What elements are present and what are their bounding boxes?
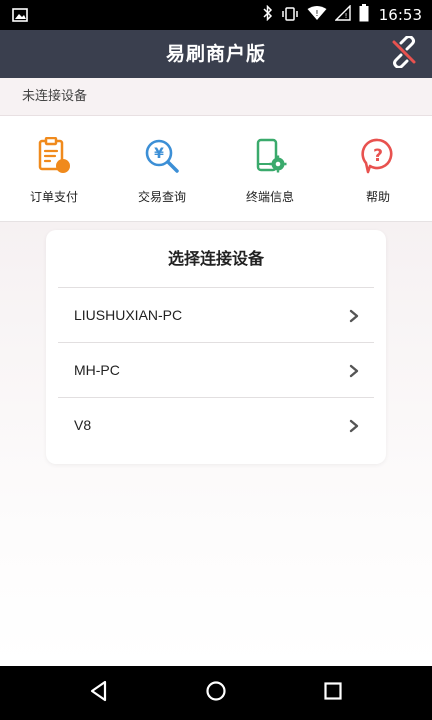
- menu-item-order-pay[interactable]: 订单支付: [0, 116, 108, 221]
- svg-text:!: !: [315, 9, 318, 18]
- status-bar: ! ! 16:53: [0, 0, 432, 30]
- chevron-right-icon: [348, 418, 360, 433]
- link-broken-icon: [388, 35, 420, 72]
- device-row-liushuxian-pc[interactable]: LIUSHUXIAN-PC: [58, 287, 374, 342]
- recents-square-icon: [323, 681, 343, 705]
- back-button[interactable]: [79, 673, 119, 713]
- svg-text:¥: ¥: [154, 146, 164, 162]
- app-bar: 易刷商户版: [0, 30, 432, 78]
- dialog-title: 选择连接设备: [167, 249, 264, 268]
- bluetooth-icon: [263, 4, 273, 25]
- device-row-mh-pc[interactable]: MH-PC: [58, 342, 374, 397]
- menu-item-label: 交易查询: [137, 190, 186, 204]
- help-icon: ?: [358, 136, 398, 176]
- transaction-search-icon: ¥: [142, 136, 182, 176]
- link-broken-button[interactable]: [386, 35, 422, 72]
- device-name: MH-PC: [74, 362, 120, 378]
- status-time: 16:53: [378, 6, 422, 24]
- back-triangle-icon: [89, 680, 109, 706]
- menu-item-help[interactable]: ? 帮助: [324, 116, 432, 221]
- home-button[interactable]: [196, 673, 236, 713]
- device-name: LIUSHUXIAN-PC: [74, 307, 183, 323]
- menu-item-terminal-info[interactable]: 终端信息: [216, 116, 324, 221]
- device-name: V8: [74, 417, 92, 433]
- signal-icon: !: [334, 4, 351, 25]
- svg-text:?: ?: [373, 146, 383, 166]
- connection-status-text: 未连接设备: [22, 89, 88, 104]
- terminal-info-icon: [250, 136, 290, 176]
- home-circle-icon: [205, 680, 227, 706]
- device-row-v8[interactable]: V8: [58, 397, 374, 452]
- device-list: LIUSHUXIAN-PC MH-PC V8: [58, 287, 374, 452]
- chevron-right-icon: [348, 363, 360, 378]
- recents-button[interactable]: [313, 673, 353, 713]
- app-title: 易刷商户版: [165, 43, 266, 65]
- menu-row: 订单支付 ¥ 交易查询 终端信息 ? 帮助: [0, 116, 432, 222]
- image-icon: [12, 7, 28, 26]
- device-select-dialog: 选择连接设备 LIUSHUXIAN-PC MH-PC V8: [46, 230, 386, 464]
- chevron-right-icon: [348, 308, 360, 323]
- battery-icon: [359, 4, 369, 26]
- navigation-bar: [0, 666, 432, 720]
- menu-item-label: 订单支付: [29, 190, 78, 204]
- vibrate-icon: [281, 6, 299, 25]
- connection-status-bar: 未连接设备: [0, 78, 432, 116]
- order-pay-icon: [34, 136, 74, 176]
- menu-item-transaction-search[interactable]: ¥ 交易查询: [108, 116, 216, 221]
- menu-item-label: 终端信息: [245, 190, 294, 204]
- menu-item-label: 帮助: [365, 190, 390, 204]
- svg-text:!: !: [344, 12, 347, 20]
- wifi-icon: !: [307, 5, 327, 25]
